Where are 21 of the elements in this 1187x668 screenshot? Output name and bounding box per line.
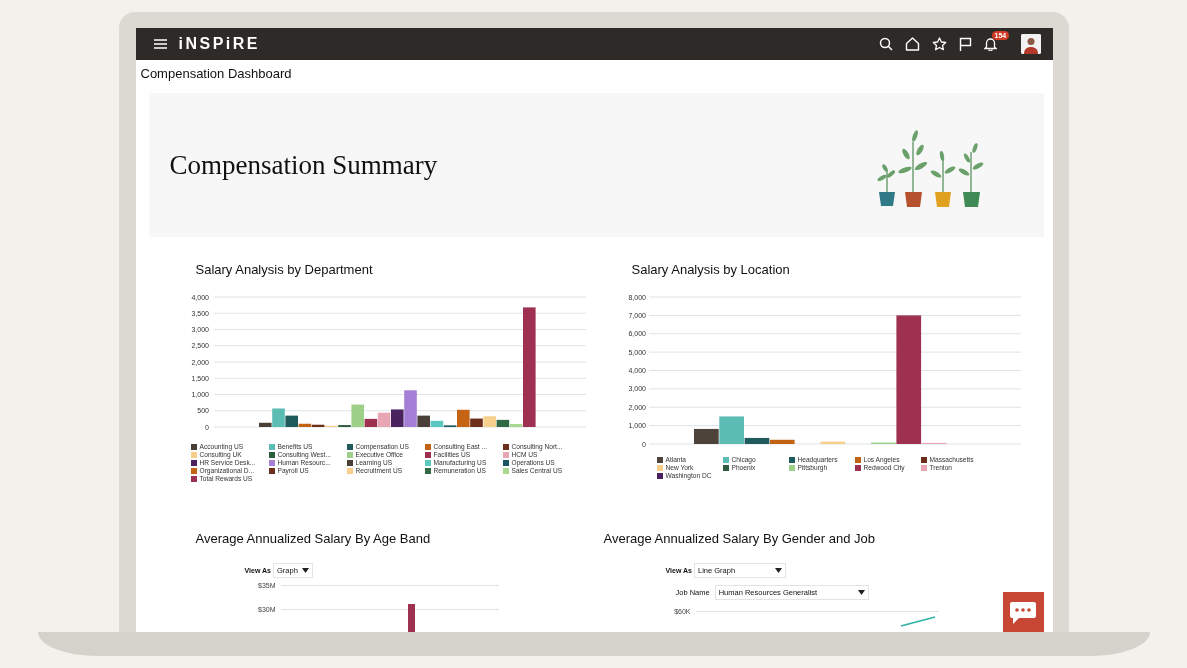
home-icon[interactable]: [904, 37, 920, 51]
search-icon[interactable]: [878, 37, 893, 51]
chart-title: Salary Analysis by Location: [630, 262, 791, 278]
bar: [407, 604, 415, 632]
caret-icon: [857, 590, 865, 595]
logo[interactable]: iNSPiRE: [178, 35, 260, 53]
caret-icon: [301, 568, 309, 573]
chat-icon: [1009, 600, 1037, 625]
bell-icon[interactable]: [983, 37, 997, 51]
bar: [482, 416, 496, 427]
banner-title: Compensation Summary: [169, 149, 438, 181]
flag-icon[interactable]: [958, 37, 972, 51]
chart-title: Salary Analysis by Department: [194, 262, 374, 278]
caret-icon: [774, 568, 782, 573]
page-title: Compensation Dashboard: [139, 65, 293, 83]
menu-icon[interactable]: [153, 39, 167, 49]
star-icon[interactable]: [931, 37, 947, 51]
bar: [820, 441, 845, 444]
avatar-icon[interactable]: [1020, 34, 1041, 54]
chat-button[interactable]: [1002, 592, 1044, 632]
chart-title: Average Annualized Salary By Gender and Job: [603, 531, 876, 547]
